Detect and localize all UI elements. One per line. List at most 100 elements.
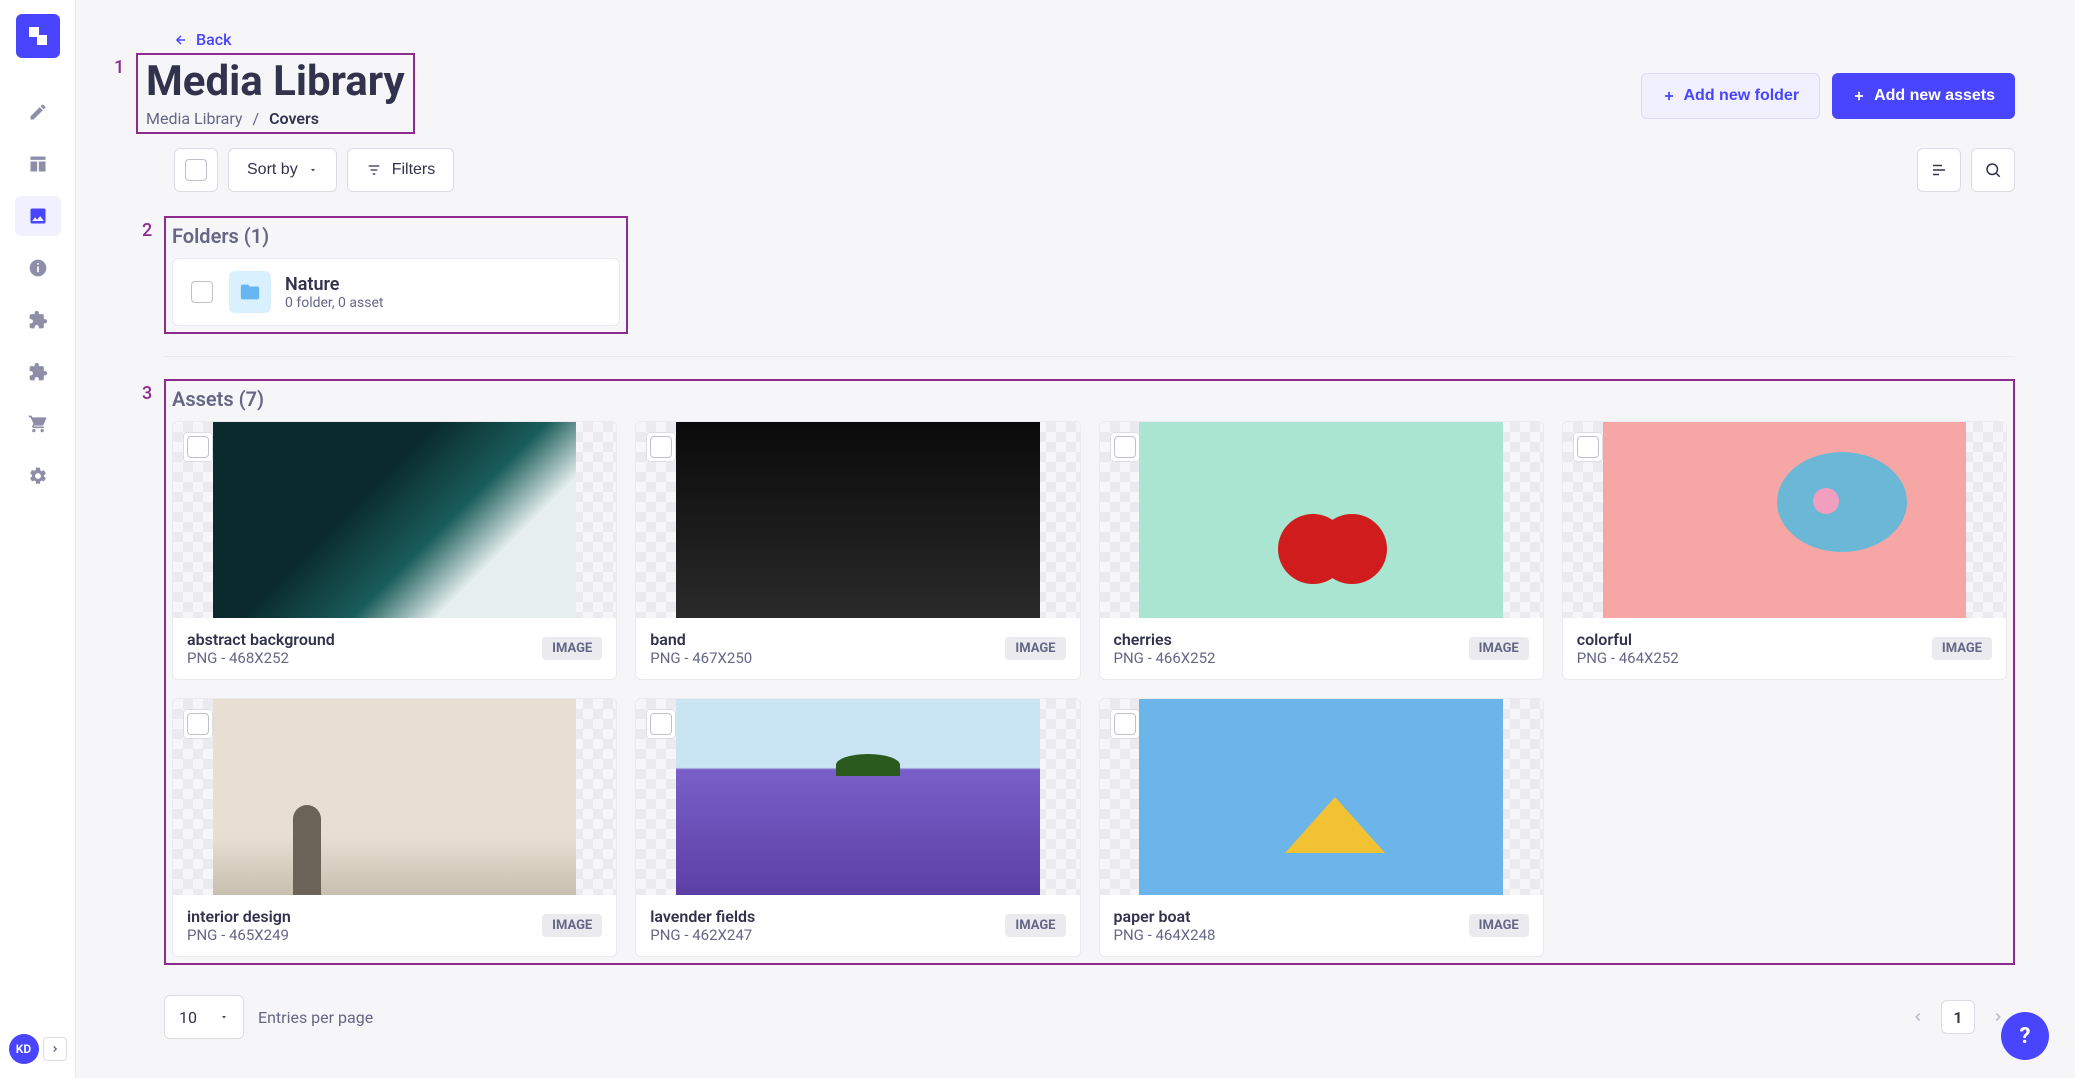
asset-thumbnail [1100, 699, 1543, 895]
asset-dims: PNG - 464X252 [1577, 649, 1679, 667]
user-avatar[interactable]: KD [9, 1034, 39, 1064]
breadcrumb-current: Covers [269, 109, 319, 128]
plus-icon [1852, 89, 1866, 103]
nav-plugins-2[interactable] [15, 352, 61, 392]
nav-settings[interactable] [15, 456, 61, 496]
sort-button[interactable]: Sort by [228, 148, 337, 192]
folder-card[interactable]: Nature 0 folder, 0 asset [172, 258, 620, 326]
back-label: Back [196, 30, 231, 49]
chevron-right-icon [1991, 1010, 2005, 1024]
per-page-select[interactable]: 10 [164, 995, 244, 1039]
asset-checkbox[interactable] [183, 709, 213, 739]
image-icon [28, 206, 48, 226]
asset-card[interactable]: colorful PNG - 464X252 IMAGE [1562, 421, 2007, 680]
main-content: Back 1 Media Library Media Library / Cov… [76, 0, 2075, 1078]
add-folder-button[interactable]: Add new folder [1641, 73, 1821, 119]
help-fab[interactable]: ? [2001, 1012, 2049, 1060]
assets-grid: abstract background PNG - 468X252 IMAGE … [172, 421, 2007, 957]
strapi-logo-icon [26, 24, 50, 48]
filters-label: Filters [392, 161, 436, 179]
puzzle-icon [28, 310, 48, 330]
asset-thumbnail [1563, 422, 2006, 618]
nav-marketplace[interactable] [15, 404, 61, 444]
folder-sub: 0 folder, 0 asset [285, 295, 383, 311]
asset-card[interactable]: cherries PNG - 466X252 IMAGE [1099, 421, 1544, 680]
cart-icon [28, 414, 48, 434]
nav-items [15, 92, 61, 496]
page-title: Media Library [146, 59, 405, 105]
folder-checkbox[interactable] [189, 279, 215, 305]
app-logo[interactable] [16, 14, 60, 58]
breadcrumb-root[interactable]: Media Library [146, 109, 242, 128]
folders-section: 2 Folders (1) Nature 0 folder, 0 asset [164, 216, 628, 334]
asset-name: cherries [1114, 630, 1216, 649]
search-button[interactable] [1971, 148, 2015, 192]
nav-media[interactable] [15, 196, 61, 236]
nav-content[interactable] [15, 92, 61, 132]
page-number[interactable]: 1 [1941, 1000, 1975, 1034]
asset-dims: PNG - 462X247 [650, 926, 755, 944]
asset-dims: PNG - 467X250 [650, 649, 752, 667]
annotation-1: 1 [114, 57, 124, 78]
asset-name: band [650, 630, 752, 649]
caret-down-icon [219, 1012, 229, 1022]
asset-dims: PNG - 464X248 [1114, 926, 1216, 944]
asset-thumbnail [636, 422, 1079, 618]
breadcrumb-separator: / [252, 109, 259, 128]
add-assets-button[interactable]: Add new assets [1832, 73, 2015, 119]
filter-icon [366, 162, 382, 178]
nav-info[interactable] [15, 248, 61, 288]
back-link[interactable]: Back [174, 30, 231, 49]
asset-badge: IMAGE [542, 637, 602, 660]
question-icon: ? [2020, 1024, 2031, 1049]
asset-thumbnail [1100, 422, 1543, 618]
sidebar: KD [0, 0, 76, 1078]
asset-name: paper boat [1114, 907, 1216, 926]
pagination-row: 10 Entries per page 1 [164, 995, 2015, 1039]
breadcrumb: Media Library / Covers [146, 109, 405, 128]
asset-card[interactable]: paper boat PNG - 464X248 IMAGE [1099, 698, 1544, 957]
asset-checkbox[interactable] [1110, 709, 1140, 739]
asset-card[interactable]: interior design PNG - 465X249 IMAGE [172, 698, 617, 957]
search-icon [1984, 161, 2002, 179]
add-folder-label: Add new folder [1684, 87, 1800, 105]
asset-checkbox[interactable] [1573, 432, 1603, 462]
prev-page-button[interactable] [1901, 1000, 1935, 1034]
view-settings-button[interactable] [1917, 148, 1961, 192]
asset-badge: IMAGE [1005, 637, 1065, 660]
filters-button[interactable]: Filters [347, 148, 455, 192]
select-all-checkbox[interactable] [174, 148, 218, 192]
puzzle-icon [28, 362, 48, 382]
add-assets-label: Add new assets [1874, 87, 1995, 105]
assets-title: Assets (7) [172, 387, 2007, 411]
nav-plugins[interactable] [15, 300, 61, 340]
plus-icon [1662, 89, 1676, 103]
chevron-left-icon [1911, 1010, 1925, 1024]
caret-down-icon [308, 165, 318, 175]
info-icon [28, 258, 48, 278]
chevron-right-icon [50, 1044, 60, 1054]
asset-name: colorful [1577, 630, 1679, 649]
per-page-label: Entries per page [258, 1008, 373, 1027]
asset-name: abstract background [187, 630, 335, 649]
asset-checkbox[interactable] [1110, 432, 1140, 462]
asset-dims: PNG - 468X252 [187, 649, 335, 667]
nav-builder[interactable] [15, 144, 61, 184]
layout-icon [28, 154, 48, 174]
annotation-3: 3 [142, 383, 152, 404]
asset-card[interactable]: band PNG - 467X250 IMAGE [635, 421, 1080, 680]
folder-name: Nature [285, 274, 383, 295]
asset-badge: IMAGE [542, 914, 602, 937]
sliders-icon [1930, 161, 1948, 179]
folders-title: Folders (1) [172, 224, 620, 248]
asset-card[interactable]: abstract background PNG - 468X252 IMAGE [172, 421, 617, 680]
sidebar-collapse-button[interactable] [43, 1037, 67, 1061]
asset-card[interactable]: lavender fields PNG - 462X247 IMAGE [635, 698, 1080, 957]
asset-badge: IMAGE [1469, 637, 1529, 660]
asset-checkbox[interactable] [183, 432, 213, 462]
asset-checkbox[interactable] [646, 432, 676, 462]
pencil-icon [28, 102, 48, 122]
asset-checkbox[interactable] [646, 709, 676, 739]
assets-section: 3 Assets (7) abstract background PNG - 4… [164, 379, 2015, 965]
asset-thumbnail [173, 699, 616, 895]
